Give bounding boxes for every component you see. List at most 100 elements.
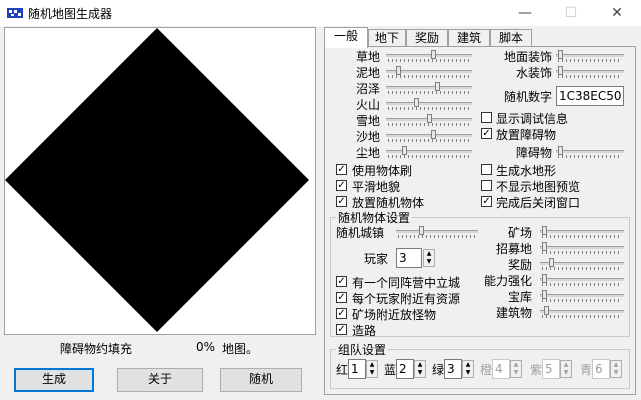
terrain-rough-label: 尘地 <box>355 146 380 160</box>
mines-label: 矿场 <box>507 226 532 240</box>
smooth-terrain-label: 平滑地貌 <box>352 180 401 194</box>
obstacle-label: 障碍物 <box>515 146 552 160</box>
ground-decor-slider[interactable] <box>556 49 624 63</box>
smooth-terrain-checkbox[interactable]: ✓ <box>336 180 347 191</box>
tab-script[interactable]: 脚本 <box>490 29 532 47</box>
terrain-grass-slider[interactable] <box>386 49 472 63</box>
minimize-icon[interactable]: — <box>502 0 548 26</box>
slider-thumb[interactable] <box>558 146 563 155</box>
terrain-snow-slider[interactable] <box>386 113 472 127</box>
debug-info-label: 显示调试信息 <box>496 112 569 126</box>
tab-underground[interactable]: 地下 <box>368 29 406 47</box>
teams-group-title: 组队设置 <box>336 341 389 358</box>
water-terrain-checkbox[interactable] <box>481 164 492 175</box>
debug-info-checkbox[interactable] <box>481 112 492 123</box>
random-town-label: 随机城镇 <box>336 226 385 240</box>
obstacle-slider[interactable] <box>556 145 624 159</box>
slider-thumb[interactable] <box>414 98 419 107</box>
build-roads-label: 造路 <box>352 324 377 338</box>
players-input[interactable]: 3 <box>396 248 422 268</box>
team-blue-spinner[interactable]: ▲ ▼ <box>414 360 426 378</box>
team-red-input[interactable]: 1 <box>348 359 366 379</box>
neutral-town-label: 有一个同阵营中立城 <box>352 276 461 290</box>
terrain-rough-slider[interactable] <box>386 145 472 159</box>
seed-label: 随机数字 <box>503 90 552 104</box>
slider-thumb[interactable] <box>431 50 436 59</box>
team-purple-spinner: ▲ ▼ <box>560 360 572 378</box>
player-resources-checkbox[interactable]: ✓ <box>336 292 347 303</box>
obstacle-fill-label: 障碍物约填充 <box>60 342 133 356</box>
team-red-spinner[interactable]: ▲ ▼ <box>366 360 378 378</box>
team-orange-label: 橙 <box>480 363 493 377</box>
hide-preview-checkbox[interactable] <box>481 180 492 191</box>
slider-thumb[interactable] <box>402 146 407 155</box>
slider-thumb[interactable] <box>542 274 547 283</box>
seed-input[interactable]: 1C38EC50 <box>556 86 624 106</box>
place-obstacles-checkbox[interactable]: ✓ <box>481 128 492 139</box>
team-teal-input: 6 <box>592 359 610 379</box>
power-boost-slider[interactable] <box>540 273 624 287</box>
object-brush-checkbox[interactable]: ✓ <box>336 164 347 175</box>
dwellings-slider[interactable] <box>540 241 624 255</box>
random-button[interactable]: 随机 <box>220 368 302 392</box>
team-purple-label: 紫 <box>530 363 543 377</box>
players-spinner[interactable]: ▲ ▼ <box>423 249 435 267</box>
team-orange-input: 4 <box>492 359 510 379</box>
rewards-label: 奖励 <box>507 258 532 272</box>
rewards-slider[interactable] <box>540 257 624 271</box>
team-purple-input: 5 <box>542 359 560 379</box>
ground-decor-label: 地面装饰 <box>503 50 552 64</box>
close-icon[interactable]: ✕ <box>594 0 640 26</box>
tab-buildings[interactable]: 建筑 <box>448 29 490 47</box>
slider-thumb[interactable] <box>435 82 440 91</box>
team-blue-input[interactable]: 2 <box>396 359 414 379</box>
water-terrain-label: 生成水地形 <box>496 164 557 178</box>
team-blue-label: 蓝 <box>384 363 397 377</box>
slider-thumb[interactable] <box>558 50 563 59</box>
map-preview-diamond <box>5 28 309 332</box>
terrain-sand-label: 沙地 <box>355 130 380 144</box>
neutral-town-checkbox[interactable]: ✓ <box>336 276 347 287</box>
treasury-slider[interactable] <box>540 289 624 303</box>
hide-preview-label: 不显示地图预览 <box>496 180 581 194</box>
slider-thumb[interactable] <box>558 66 563 75</box>
random-town-slider[interactable] <box>396 225 478 239</box>
power-boost-label: 能力强化 <box>483 274 532 288</box>
about-button[interactable]: 关于 <box>117 368 203 392</box>
slider-thumb[interactable] <box>419 226 424 235</box>
terrain-lava-slider[interactable] <box>386 97 472 111</box>
terrain-swamp-slider[interactable] <box>386 81 472 95</box>
object-brush-label: 使用物体刷 <box>352 164 413 178</box>
close-when-done-checkbox[interactable]: ✓ <box>481 196 492 207</box>
team-green-input[interactable]: 3 <box>444 359 462 379</box>
tab-general[interactable]: 一般 <box>324 27 368 48</box>
slider-thumb[interactable] <box>396 66 401 75</box>
generate-button[interactable]: 生成 <box>14 368 94 392</box>
slider-thumb[interactable] <box>544 306 549 315</box>
players-label: 玩家 <box>364 252 389 266</box>
mine-monsters-label: 矿场附近放怪物 <box>352 308 437 322</box>
structures-slider[interactable] <box>540 305 624 319</box>
terrain-sand-slider[interactable] <box>386 129 472 143</box>
team-teal-spinner: ▲ ▼ <box>610 360 622 378</box>
map-preview <box>4 27 316 335</box>
water-decor-slider[interactable] <box>556 65 624 79</box>
water-decor-label: 水装饰 <box>515 66 552 80</box>
map-suffix-label: 地图。 <box>222 342 259 356</box>
team-green-spinner[interactable]: ▲ ▼ <box>462 360 474 378</box>
mines-slider[interactable] <box>540 225 624 239</box>
terrain-dirt-slider[interactable] <box>386 65 472 79</box>
slider-thumb[interactable] <box>427 114 432 123</box>
slider-thumb[interactable] <box>549 258 554 267</box>
slider-thumb[interactable] <box>542 226 547 235</box>
slider-thumb[interactable] <box>431 130 436 139</box>
random-objects-checkbox[interactable]: ✓ <box>336 196 347 207</box>
treasury-label: 宝库 <box>507 290 532 304</box>
build-roads-checkbox[interactable]: ✓ <box>336 324 347 335</box>
mine-monsters-checkbox[interactable]: ✓ <box>336 308 347 319</box>
slider-thumb[interactable] <box>542 290 547 299</box>
tab-rewards[interactable]: 奖励 <box>406 29 448 47</box>
slider-thumb[interactable] <box>542 242 547 251</box>
terrain-grass-label: 草地 <box>355 50 380 64</box>
app-icon <box>7 8 23 18</box>
